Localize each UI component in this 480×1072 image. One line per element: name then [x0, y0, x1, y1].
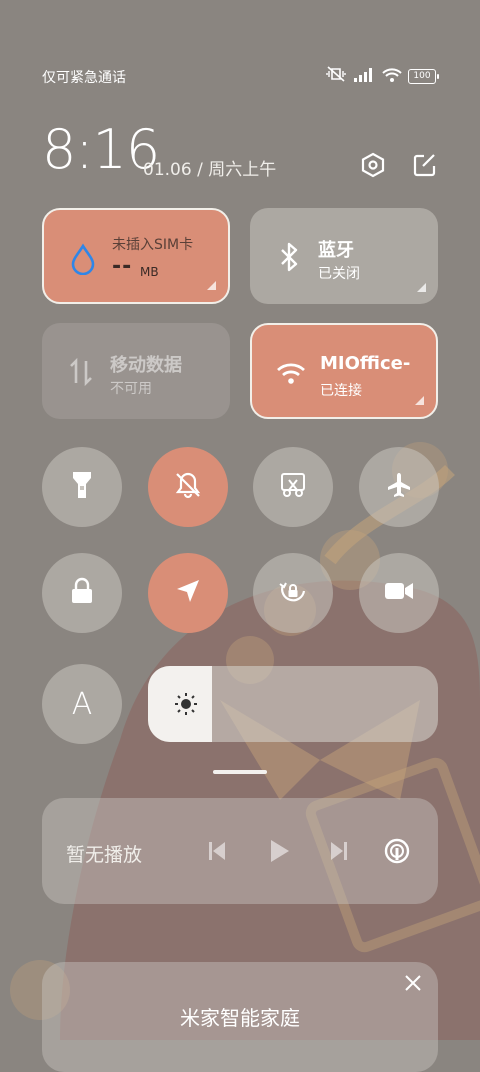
- screenshot-toggle[interactable]: [253, 447, 333, 527]
- data-usage-value: --: [112, 254, 133, 279]
- signal-icon: [354, 67, 376, 86]
- auto-brightness-toggle[interactable]: A: [42, 664, 122, 744]
- close-icon[interactable]: [404, 974, 422, 992]
- screen-record-toggle[interactable]: [359, 553, 439, 633]
- settings-icon[interactable]: [358, 150, 388, 180]
- brightness-sun-icon: [174, 692, 198, 716]
- video-camera-icon: [384, 580, 414, 606]
- battery-icon: 100: [408, 68, 439, 84]
- auto-brightness-label: A: [71, 686, 93, 722]
- wifi-ssid: MIOffice-: [320, 353, 411, 374]
- status-icons: 100: [326, 66, 439, 86]
- mute-icon: [174, 471, 202, 503]
- wifi-icon: [276, 359, 306, 389]
- data-usage-unit: MB: [140, 265, 159, 279]
- wifi-status: 已连接: [320, 383, 362, 399]
- header-actions: [358, 150, 440, 180]
- bluetooth-status: 已关闭: [318, 266, 360, 282]
- mobile-data-status: 不可用: [110, 381, 152, 397]
- lock-icon: [70, 577, 94, 609]
- flashlight-toggle[interactable]: [42, 447, 122, 527]
- next-track-icon[interactable]: [324, 836, 354, 866]
- airplane-toggle[interactable]: [359, 447, 439, 527]
- media-status-label: 暂无播放: [66, 844, 143, 866]
- sim-data-tile[interactable]: 未插入SIM卡 -- MB: [42, 208, 230, 304]
- location-icon: [175, 578, 201, 608]
- clock-time: 8:16: [42, 118, 160, 181]
- mobile-data-tile[interactable]: 移动数据 不可用: [42, 323, 230, 419]
- location-toggle[interactable]: [148, 553, 228, 633]
- wifi-status-icon: [382, 67, 402, 86]
- rotation-lock-icon: [278, 576, 308, 610]
- data-arrows-icon: [66, 357, 96, 387]
- vibrate-mute-icon: [326, 66, 348, 86]
- flashlight-icon: [70, 470, 94, 504]
- expand-corner-icon: [207, 281, 216, 290]
- bluetooth-title: 蓝牙: [318, 240, 354, 261]
- smart-home-card[interactable]: 米家智能家庭: [42, 962, 438, 1072]
- previous-track-icon[interactable]: [202, 836, 232, 866]
- sim-status-label: 未插入SIM卡: [112, 237, 194, 253]
- edit-icon[interactable]: [410, 150, 440, 180]
- media-player: 暂无播放: [42, 798, 438, 904]
- screenshot-icon: [279, 471, 307, 503]
- lock-screen-toggle[interactable]: [42, 553, 122, 633]
- status-carrier-text: 仅可紧急通话: [42, 70, 126, 86]
- smart-home-title: 米家智能家庭: [180, 1006, 300, 1030]
- drag-handle[interactable]: [213, 770, 267, 774]
- wifi-tile[interactable]: MIOffice- 已连接: [250, 323, 438, 419]
- airplane-icon: [385, 471, 413, 503]
- brightness-slider[interactable]: [148, 666, 438, 742]
- mute-toggle[interactable]: [148, 447, 228, 527]
- audio-output-icon[interactable]: [382, 836, 412, 866]
- bluetooth-tile[interactable]: 蓝牙 已关闭: [250, 208, 438, 304]
- date-text: 01.06 / 周六上午: [143, 160, 277, 180]
- mobile-data-title: 移动数据: [110, 355, 182, 376]
- water-drop-icon: [68, 243, 98, 275]
- bluetooth-icon: [274, 242, 304, 272]
- rotation-lock-toggle[interactable]: [253, 553, 333, 633]
- play-icon[interactable]: [264, 836, 294, 866]
- expand-corner-icon: [415, 396, 424, 405]
- expand-corner-icon: [417, 283, 426, 292]
